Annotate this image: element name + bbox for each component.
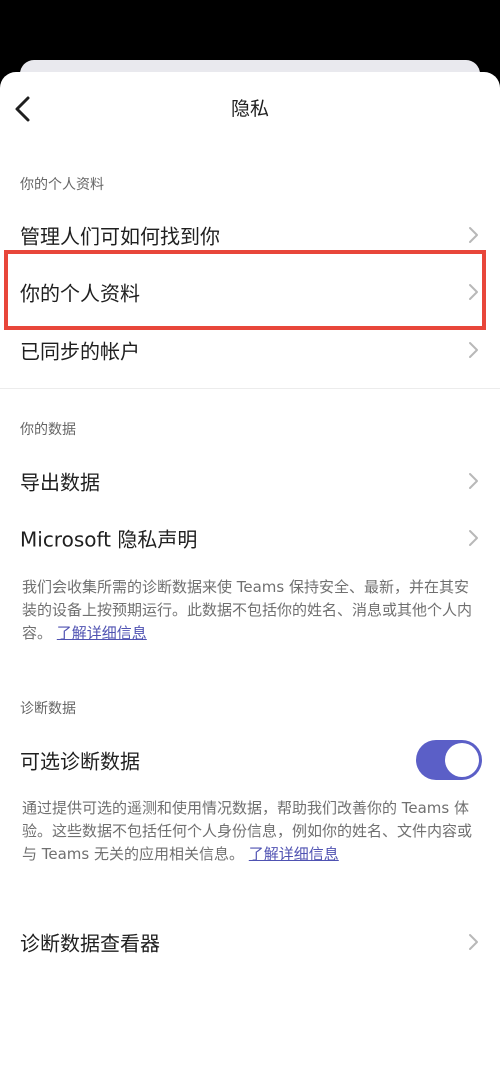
row-optional-diagnostics: 可选诊断数据 [0,732,500,788]
row-label: 可选诊断数据 [20,749,140,774]
diagnostics-description: 通过提供可选的遥测和使用情况数据，帮助我们改善你的 Teams 体验。这些数据不… [22,797,478,866]
row-diagnostic-data-viewer[interactable]: 诊断数据查看器 [0,914,500,970]
chevron-right-icon [469,473,478,489]
row-label: 导出数据 [20,470,100,495]
row-label: 已同步的帐户 [20,339,140,364]
chevron-right-icon [469,342,478,358]
privacy-sheet: 隐私 你的个人资料 管理人们可如何找到你 你的个人资料 已同步的帐户 你的数据 … [0,72,500,1083]
section-header-diagnostics: 诊断数据 [20,701,76,717]
toggle-knob [445,743,479,777]
learn-more-link[interactable]: 了解详细信息 [249,845,339,863]
row-manage-discoverability[interactable]: 管理人们可如何找到你 [0,207,500,263]
chevron-right-icon [469,530,478,546]
row-privacy-statement[interactable]: Microsoft 隐私声明 [0,510,500,566]
row-label: 管理人们可如何找到你 [20,224,220,249]
row-label: 你的个人资料 [20,281,140,306]
nav-bar: 隐私 [0,72,500,146]
row-label: Microsoft 隐私声明 [20,527,198,552]
data-description: 我们会收集所需的诊断数据来使 Teams 保持安全、最新，并在其安装的设备上按预… [22,576,478,645]
row-synced-accounts[interactable]: 已同步的帐户 [0,322,500,378]
optional-diagnostics-toggle[interactable] [416,740,482,780]
chevron-right-icon [469,934,478,950]
chevron-right-icon [469,284,478,300]
learn-more-link[interactable]: 了解详细信息 [57,624,147,642]
section-divider [0,388,500,389]
chevron-right-icon [469,227,478,243]
row-label: 诊断数据查看器 [20,931,160,956]
page-title: 隐私 [230,98,269,120]
section-header-data: 你的数据 [20,422,76,438]
description-text: 通过提供可选的遥测和使用情况数据，帮助我们改善你的 Teams 体验。这些数据不… [22,799,473,863]
section-header-profile: 你的个人资料 [20,177,104,193]
row-your-profile[interactable]: 你的个人资料 [0,264,500,320]
row-export-data[interactable]: 导出数据 [0,453,500,509]
